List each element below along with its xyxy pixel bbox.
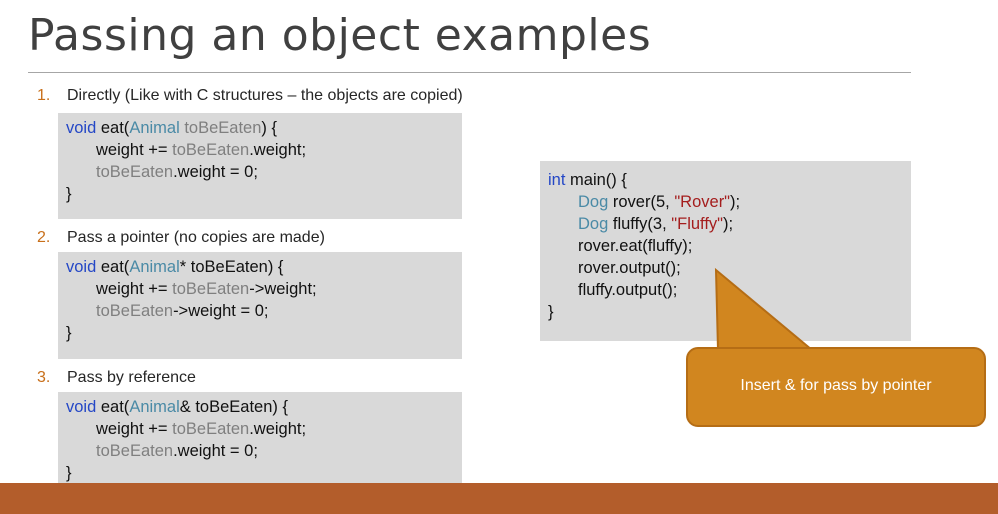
callout-text: Insert & for pass by pointer: [740, 377, 932, 394]
callout-pointer: [714, 267, 815, 351]
